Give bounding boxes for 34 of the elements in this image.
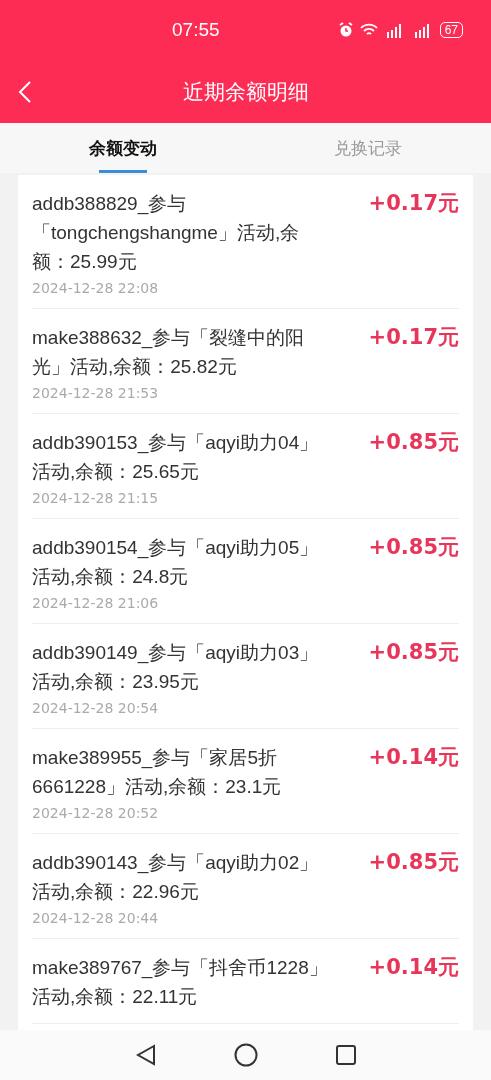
back-nav-button[interactable] [135, 1044, 156, 1066]
record-time: 2024-12-28 20:54 [32, 700, 160, 716]
record-description: addb390153_参与「aqyi助力04」活动,余额：25.65元 [32, 431, 320, 484]
record-amount: +0.14元 [368, 954, 459, 981]
record-description: make389767_参与「抖舍币1228」活动,余额：22.11元 [32, 956, 329, 1009]
record-time: 2024-12-28 21:53 [32, 385, 160, 401]
record-amount: +0.14元 [368, 744, 459, 771]
status-time: 07:55 [172, 19, 220, 41]
record-time: 2024-12-28 21:06 [32, 595, 160, 611]
record-description: addb388829_参与「tongchengshangme」活动,余额：25.99元 [32, 192, 301, 274]
record-time: 2024-12-28 22:08 [32, 280, 160, 296]
record-time: 2024-12-28 21:15 [32, 490, 160, 506]
alarm-icon [337, 22, 354, 38]
record-description: make388632_参与「裂缝中的阳光」活动,余额：25.82元 [32, 326, 306, 379]
wifi-icon [359, 23, 378, 37]
record-amount: +0.85元 [368, 534, 459, 561]
record-description: addb390154_参与「aqyi助力05」活动,余额：24.8元 [32, 536, 320, 589]
record-amount: +0.85元 [368, 849, 459, 876]
record-time: 2024-12-28 20:44 [32, 910, 160, 926]
page-title: 近期余额明细 [182, 79, 309, 104]
record-description: addb390143_参与「aqyi助力02」活动,余额：22.96元 [32, 851, 320, 904]
record-description: addb390149_参与「aqyi助力03」活动,余额：23.95元 [32, 641, 320, 694]
tab-indicator [98, 170, 147, 173]
tab[interactable]: 余额变动 [0, 123, 246, 173]
record-amount: +0.85元 [368, 639, 459, 666]
record-amount: +0.85元 [368, 429, 459, 456]
record-time: 2024-12-28 20:52 [32, 805, 160, 821]
battery-level: 67 [439, 22, 463, 38]
recents-nav-button[interactable] [335, 1045, 356, 1065]
record-amount: +0.17元 [368, 190, 459, 217]
chevron-left-icon [18, 79, 32, 104]
record-description: make389955_参与「家居5折6661228」活动,余额：23.1元 [32, 746, 283, 799]
record-amount: +0.17元 [368, 324, 459, 351]
home-nav-button[interactable] [233, 1043, 258, 1067]
